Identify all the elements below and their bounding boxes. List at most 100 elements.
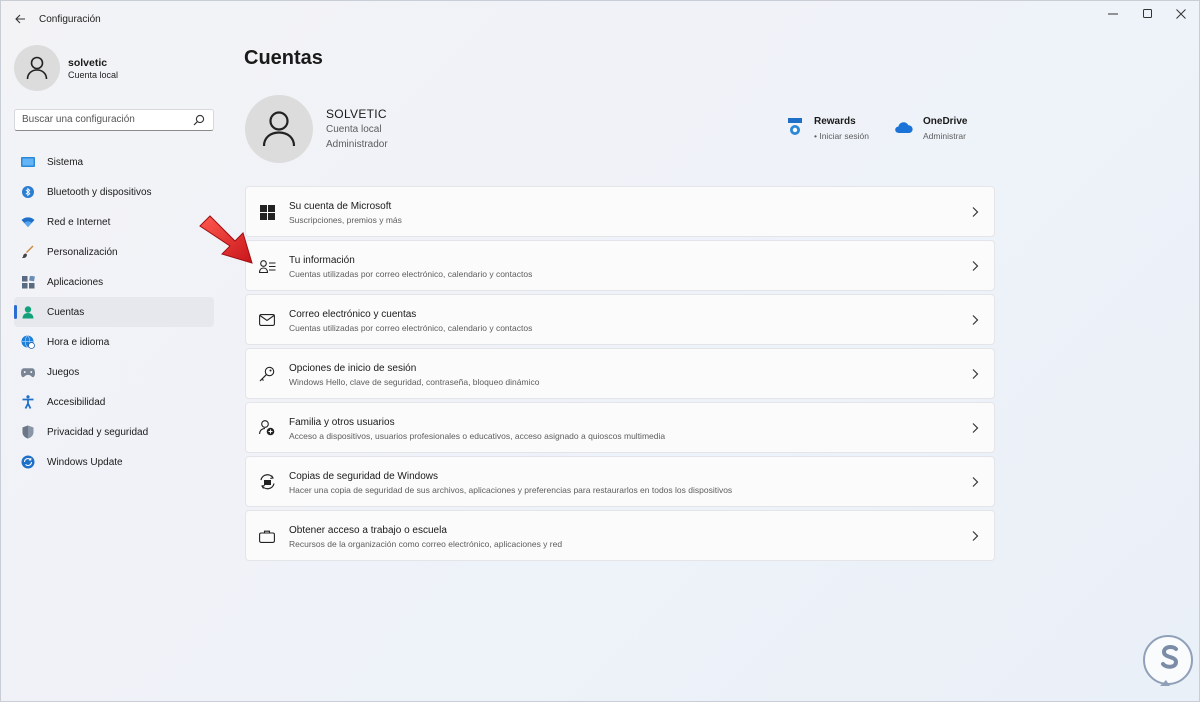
- sidebar-item-privacidad[interactable]: Privacidad y seguridad: [14, 417, 214, 447]
- profile-name: solvetic: [68, 57, 108, 69]
- sidebar-item-label: Windows Update: [47, 456, 123, 468]
- sidebar-nav: Sistema Bluetooth y dispositivos Red e I…: [14, 147, 214, 477]
- settings-window: Configuración solvetic Cuenta local Sist…: [0, 0, 1200, 702]
- sidebar-item-label: Red e Internet: [47, 216, 111, 228]
- chevron-right-icon: [972, 261, 979, 271]
- bluetooth-icon: [21, 185, 35, 199]
- sidebar-item-label: Personalización: [47, 246, 118, 258]
- sidebar-item-hora[interactable]: Hora e idioma: [14, 327, 214, 357]
- card-copias-seguridad[interactable]: Copias de seguridad de Windows Hacer una…: [245, 456, 995, 507]
- account-role: Administrador: [326, 139, 388, 150]
- sidebar-item-accesibilidad[interactable]: Accesibilidad: [14, 387, 214, 417]
- system-icon: [21, 155, 35, 169]
- search-icon: [193, 114, 205, 126]
- sidebar-item-label: Aplicaciones: [47, 276, 104, 288]
- key-icon: [258, 365, 276, 383]
- sidebar-item-label: Juegos: [47, 366, 80, 378]
- close-icon: [1176, 9, 1186, 19]
- rewards-link[interactable]: Rewards • Iniciar sesión: [786, 114, 886, 144]
- sidebar-item-bluetooth[interactable]: Bluetooth y dispositivos: [14, 177, 214, 207]
- back-arrow-icon: [14, 14, 25, 24]
- sidebar-item-red[interactable]: Red e Internet: [14, 207, 214, 237]
- card-microsoft-account[interactable]: Su cuenta de Microsoft Suscripciones, pr…: [245, 186, 995, 237]
- apps-icon: [21, 275, 35, 289]
- chevron-right-icon: [972, 207, 979, 217]
- service-subtitle: Administrar: [923, 131, 966, 141]
- sidebar-item-label: Bluetooth y dispositivos: [47, 186, 152, 198]
- app-title: Configuración: [39, 14, 101, 25]
- account-type: Cuenta local: [326, 124, 382, 135]
- search-input[interactable]: [22, 114, 192, 125]
- card-subtitle: Acceso a dispositivos, usuarios profesio…: [289, 431, 666, 441]
- card-trabajo-escuela[interactable]: Obtener acceso a trabajo o escuela Recur…: [245, 510, 995, 561]
- card-title: Opciones de inicio de sesión: [289, 363, 417, 374]
- card-subtitle: Suscripciones, premios y más: [289, 215, 402, 225]
- add-person-icon: [258, 419, 276, 437]
- profile-account-type: Cuenta local: [68, 70, 119, 80]
- page-title: Cuentas: [244, 47, 323, 69]
- briefcase-icon: [258, 527, 276, 545]
- card-title: Familia y otros usuarios: [289, 417, 395, 428]
- sidebar-item-juegos[interactable]: Juegos: [14, 357, 214, 387]
- onedrive-link[interactable]: OneDrive Administrar: [895, 114, 985, 144]
- card-correo[interactable]: Correo electrónico y cuentas Cuentas uti…: [245, 294, 995, 345]
- chevron-right-icon: [972, 423, 979, 433]
- gamepad-icon: [21, 365, 35, 379]
- card-title: Obtener acceso a trabajo o escuela: [289, 525, 447, 536]
- sidebar-item-sistema[interactable]: Sistema: [14, 147, 214, 177]
- maximize-button[interactable]: [1130, 5, 1166, 23]
- card-tu-informacion[interactable]: Tu información Cuentas utilizadas por co…: [245, 240, 995, 291]
- service-title: OneDrive: [923, 116, 968, 127]
- back-button[interactable]: [10, 10, 30, 28]
- account-name: SOLVETIC: [326, 107, 387, 121]
- card-subtitle: Hacer una copia de seguridad de sus arch…: [289, 485, 733, 495]
- sidebar-item-label: Sistema: [47, 156, 84, 168]
- minimize-icon: [1108, 13, 1118, 15]
- maximize-icon: [1143, 9, 1152, 18]
- mail-icon: [258, 311, 276, 329]
- chevron-right-icon: [972, 315, 979, 325]
- wifi-icon: [21, 215, 35, 229]
- chevron-right-icon: [972, 531, 979, 541]
- brush-icon: [21, 245, 35, 259]
- sidebar-item-label: Cuentas: [47, 306, 85, 318]
- card-inicio-sesion[interactable]: Opciones de inicio de sesión Windows Hel…: [245, 348, 995, 399]
- card-title: Copias de seguridad de Windows: [289, 471, 438, 482]
- user-icon: [262, 111, 296, 147]
- sidebar-item-personalizacion[interactable]: Personalización: [14, 237, 214, 267]
- sidebar-item-label: Accesibilidad: [47, 396, 106, 408]
- watermark-logo-icon: [1143, 635, 1193, 686]
- settings-cards: Su cuenta de Microsoft Suscripciones, pr…: [245, 186, 995, 564]
- title-bar: Configuración: [1, 1, 1199, 37]
- backup-icon: [258, 473, 276, 491]
- globe-clock-icon: [21, 335, 35, 349]
- chevron-right-icon: [972, 477, 979, 487]
- service-title: Rewards: [814, 116, 856, 127]
- shield-icon: [21, 425, 35, 439]
- person-icon: [21, 305, 35, 319]
- minimize-button[interactable]: [1095, 5, 1131, 23]
- card-subtitle: Cuentas utilizadas por correo electrónic…: [289, 269, 533, 279]
- sidebar-item-label: Hora e idioma: [47, 336, 110, 348]
- account-avatar: [245, 95, 313, 163]
- sidebar-item-windows-update[interactable]: Windows Update: [14, 447, 214, 477]
- card-subtitle: Cuentas utilizadas por correo electrónic…: [289, 323, 533, 333]
- accessibility-icon: [21, 395, 35, 409]
- update-icon: [21, 455, 35, 469]
- card-familia[interactable]: Familia y otros usuarios Acceso a dispos…: [245, 402, 995, 453]
- avatar: [14, 45, 60, 91]
- card-title: Su cuenta de Microsoft: [289, 201, 392, 212]
- sidebar-item-aplicaciones[interactable]: Aplicaciones: [14, 267, 214, 297]
- service-subtitle: • Iniciar sesión: [814, 131, 869, 141]
- annotation-arrow-icon: [199, 215, 253, 264]
- chevron-right-icon: [972, 369, 979, 379]
- rewards-icon: [788, 118, 802, 135]
- search-box[interactable]: [14, 109, 214, 131]
- card-subtitle: Recursos de la organización como correo …: [289, 539, 563, 549]
- sidebar-profile[interactable]: solvetic Cuenta local: [14, 45, 214, 91]
- close-button[interactable]: [1163, 5, 1199, 23]
- sidebar-item-cuentas[interactable]: Cuentas: [14, 297, 214, 327]
- onedrive-icon: [895, 122, 913, 133]
- user-icon: [26, 56, 48, 80]
- card-title: Tu información: [289, 255, 355, 266]
